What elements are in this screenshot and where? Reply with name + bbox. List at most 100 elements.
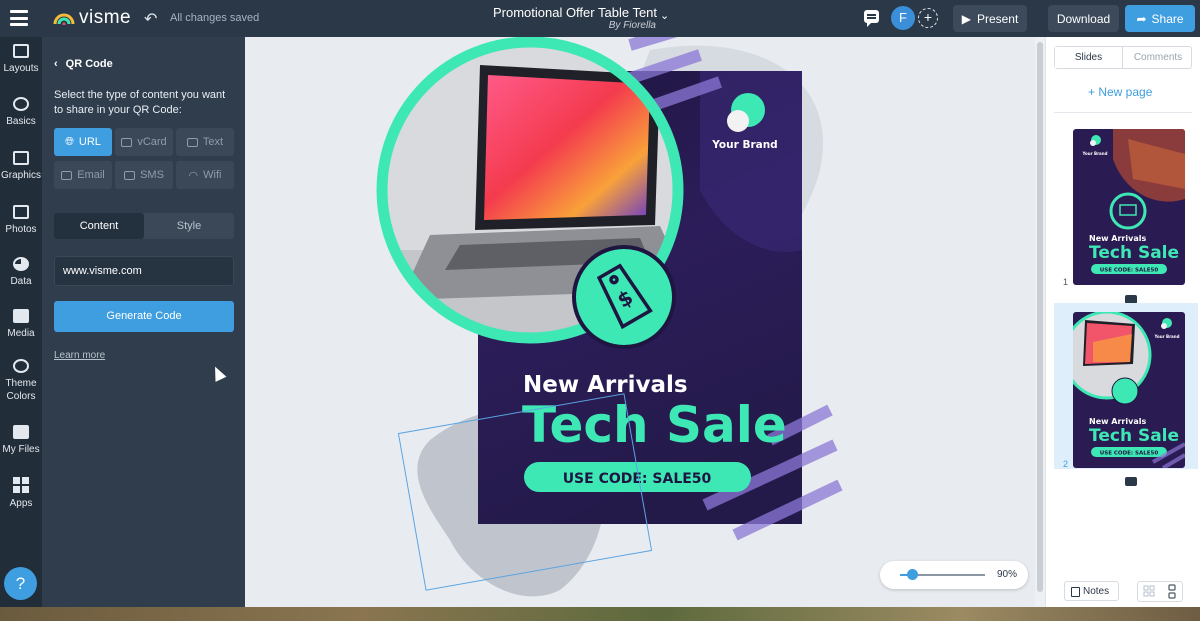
save-status: All changes saved (170, 12, 260, 24)
zoom-fill (900, 574, 907, 576)
type-text-button[interactable]: Text (176, 128, 234, 156)
zoom-slider-knob[interactable] (907, 569, 918, 580)
globe-icon: 🌐︎ (65, 135, 74, 148)
sms-icon (124, 170, 136, 180)
rail-item-my-files[interactable]: My Files (0, 425, 42, 456)
graphics-icon (13, 151, 29, 165)
slide-number: 1 (1063, 277, 1069, 287)
type-wifi-button[interactable]: ◠ Wifi (176, 161, 234, 189)
rail-item-layouts[interactable]: Layouts (0, 44, 42, 75)
present-label: Present (976, 11, 1019, 26)
add-collaborator-icon[interactable]: + (918, 8, 938, 28)
slide-1-preview: Your Brand New Arrivals Tech Sale USE CO… (1073, 129, 1185, 285)
zoom-control[interactable]: 90% (880, 561, 1028, 589)
divider (1054, 112, 1192, 113)
back-button[interactable]: ‹ QR Code (54, 58, 113, 70)
new-page-button[interactable]: + New page (1088, 85, 1152, 99)
layouts-icon (13, 44, 29, 58)
present-button[interactable]: ▶ Present (953, 5, 1027, 32)
panel-description: Select the type of content you want to s… (54, 89, 226, 116)
download-button[interactable]: Download (1048, 5, 1119, 32)
rail-item-apps[interactable]: Apps (0, 477, 42, 510)
tool-rail: Layouts Basics Graphics Photos Data Medi… (0, 37, 42, 607)
canvas-scrollbar[interactable] (1035, 37, 1045, 607)
transition-icon[interactable] (1125, 477, 1137, 486)
slide-number: 2 (1063, 459, 1069, 469)
share-button[interactable]: ➦ Share (1125, 5, 1195, 32)
rail-item-data[interactable]: Data (0, 257, 42, 288)
thumb-brand: Your Brand (1082, 151, 1108, 156)
view-toggle (1137, 581, 1183, 602)
type-label: URL (78, 136, 101, 148)
palette-icon (13, 359, 29, 373)
type-label: SMS (140, 169, 164, 181)
top-bar: visme ↶ All changes saved Promotional Of… (0, 0, 1200, 37)
visme-logo[interactable]: visme (53, 7, 131, 29)
undo-icon[interactable]: ↶ (144, 9, 157, 29)
url-input[interactable] (54, 256, 234, 286)
photos-icon (13, 205, 29, 219)
rail-label: Layouts (3, 63, 39, 74)
logo-mark-icon (53, 13, 75, 25)
panel-title: QR Code (65, 58, 113, 70)
design-canvas[interactable]: $ Your Brand New Arrivals Tech Sale USE … (245, 37, 1035, 607)
chevron-down-icon[interactable]: ⌄ (660, 9, 669, 22)
thumb-code: USE CODE: SALE50 (1100, 451, 1159, 457)
type-label: Email (77, 169, 105, 181)
generate-code-button[interactable]: Generate Code (54, 301, 234, 332)
chevron-left-icon: ‹ (54, 58, 58, 70)
slide-thumbnail-2[interactable]: Your Brand New Arrivals Tech Sale USE CO… (1073, 312, 1185, 468)
rail-label: Graphics (0, 170, 41, 181)
qr-code-panel: ‹ QR Code Select the type of content you… (42, 37, 245, 607)
list-view-icon[interactable] (1161, 582, 1184, 601)
rail-item-media[interactable]: Media (0, 309, 42, 340)
slides-panel: Slides Comments + New page 1 Your Brand … (1045, 37, 1200, 607)
apps-icon (13, 477, 29, 493)
folder-icon (13, 425, 29, 439)
slides-comments-tabs: Slides Comments (1054, 46, 1192, 69)
type-label: Wifi (203, 169, 222, 181)
tab-slides[interactable]: Slides (1055, 47, 1123, 68)
tab-style[interactable]: Style (144, 213, 234, 239)
rail-label: My Files (2, 444, 40, 455)
rail-item-graphics[interactable]: Graphics (0, 151, 42, 182)
share-label: Share (1151, 11, 1184, 26)
notes-button[interactable]: Notes (1064, 581, 1119, 601)
grid-view-icon[interactable] (1138, 582, 1161, 601)
type-vcard-button[interactable]: vCard (115, 128, 173, 156)
rail-item-photos[interactable]: Photos (0, 205, 42, 236)
envelope-icon (61, 170, 73, 180)
document-author: By Fiorella (608, 20, 656, 31)
poster-headline: New Arrivals (523, 372, 688, 398)
content-style-tabs: Content Style (54, 213, 234, 239)
menu-icon[interactable] (10, 10, 28, 26)
type-url-button[interactable]: 🌐︎ URL (54, 128, 112, 156)
tab-comments[interactable]: Comments (1124, 47, 1192, 68)
poster-brand-label: Your Brand (711, 139, 777, 151)
type-email-button[interactable]: Email (54, 161, 112, 189)
document-title[interactable]: Promotional Offer Table Tent (480, 5, 670, 20)
slide-2-preview: Your Brand New Arrivals Tech Sale USE CO… (1073, 312, 1185, 468)
rail-item-basics[interactable]: Basics (0, 97, 42, 128)
type-sms-button[interactable]: SMS (115, 161, 173, 189)
thumb-headline: New Arrivals (1089, 417, 1146, 426)
thumb-title: Tech Sale (1089, 243, 1179, 263)
chat-icon[interactable] (864, 10, 879, 27)
data-icon (13, 257, 29, 271)
rail-label: Basics (6, 116, 36, 127)
media-icon (13, 309, 29, 323)
learn-more-link[interactable]: Learn more (54, 350, 105, 361)
type-label: vCard (137, 136, 167, 148)
thumb-headline: New Arrivals (1089, 234, 1146, 243)
tab-content[interactable]: Content (54, 213, 144, 239)
help-button[interactable]: ? (4, 567, 37, 600)
text-icon (186, 137, 198, 147)
avatar[interactable]: F (891, 6, 915, 30)
slide-thumbnail-1[interactable]: Your Brand New Arrivals Tech Sale USE CO… (1073, 129, 1185, 285)
rail-label: Data (10, 276, 32, 287)
rail-item-theme-colors[interactable]: Theme Colors (0, 359, 42, 403)
share-icon: ➦ (1136, 11, 1147, 26)
type-label: Text (202, 136, 224, 148)
logo-text: visme (79, 7, 132, 28)
wifi-icon: ◠ (188, 169, 199, 182)
